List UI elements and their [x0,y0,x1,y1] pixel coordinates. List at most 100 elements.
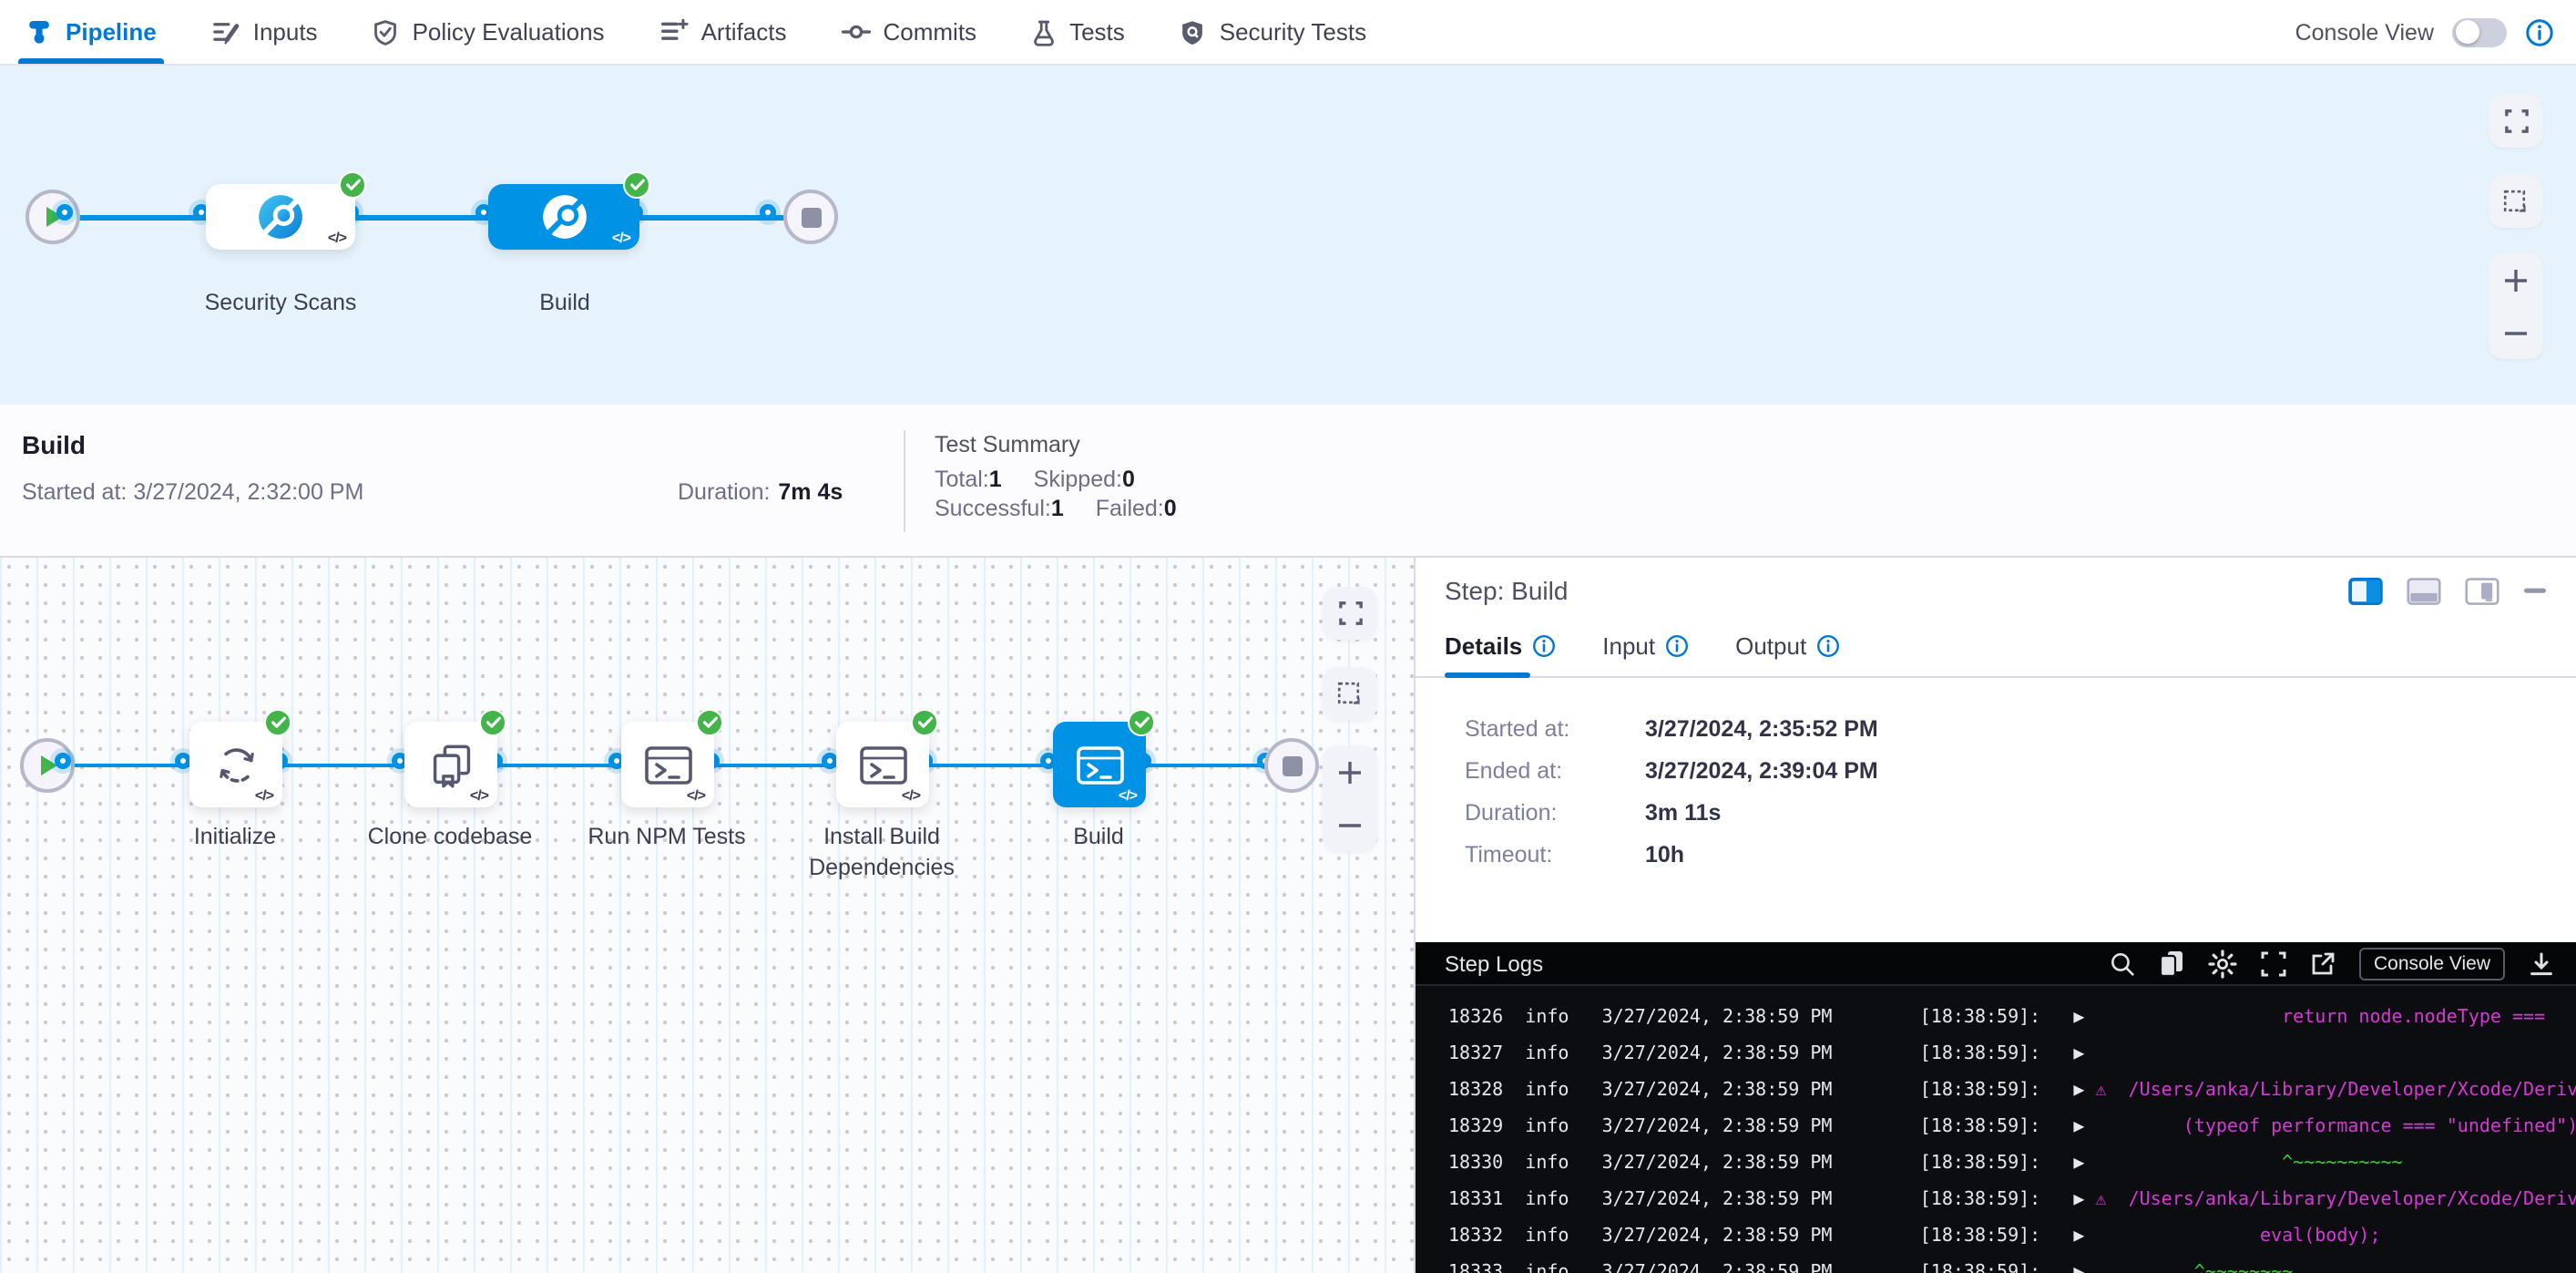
layout-right-view-icon[interactable] [2348,577,2383,604]
successful-value: 1 [1051,496,1064,521]
terminal-icon [642,741,693,788]
tab-input[interactable]: Input [1602,616,1688,676]
log-line[interactable]: 18332 info 3/27/2024, 2:38:59 PM [18:38:… [1416,1219,2576,1256]
tab-label: Inputs [253,18,318,46]
tab-label: Details [1445,632,1522,660]
step-label[interactable]: Install Build Dependencies [754,822,1009,884]
info-icon[interactable] [2525,17,2554,46]
code-badge: </> [1119,787,1137,804]
tab-pipeline[interactable]: Pipeline [22,0,160,64]
step-panel-tabs: Details Input Output [1416,616,2576,678]
step-node-run-npm-tests[interactable]: </> [621,722,714,807]
console-view-toggle[interactable] [2452,17,2507,46]
log-prefix: 18330 info 3/27/2024, 2:38:59 PM [18:38:… [1448,1154,2095,1174]
success-badge [696,709,723,736]
log-line[interactable]: 18329 info 3/27/2024, 2:38:59 PM [18:38:… [1416,1110,2576,1146]
step-label[interactable]: Build [989,822,1208,853]
zoom-in-button[interactable] [2489,253,2543,306]
log-line[interactable]: 18328 info 3/27/2024, 2:38:59 PM [18:38:… [1416,1073,2576,1110]
success-badge [339,171,366,199]
marquee-select-button[interactable] [1323,667,1377,720]
tab-security-tests[interactable]: Security Tests [1176,0,1370,64]
tab-artifacts[interactable]: Artifacts [656,0,791,64]
log-output[interactable]: 18326 info 3/27/2024, 2:38:59 PM [18:38:… [1416,986,2576,1273]
nav-tabs: Pipeline Inputs Policy Evaluations [22,0,1417,64]
step-node-build[interactable]: </> [1053,722,1146,807]
log-line[interactable]: 18331 info 3/27/2024, 2:38:59 PM [18:38:… [1416,1183,2576,1219]
step-node-install-build-dependencies[interactable]: </> [836,722,929,807]
stage-title: Build [22,430,678,459]
console-view-button[interactable]: Console View [2359,947,2505,980]
detail-label: Timeout: [1465,844,1645,867]
log-squiggle: ^~~~~~~~~ [2095,1263,2293,1273]
zoom-out-button[interactable] [1323,798,1377,851]
success-badge [623,171,650,199]
stage-summary: Build Started at: 3/27/2024, 2:32:00 PM [22,430,678,505]
success-badge [911,709,938,736]
log-line[interactable]: 18326 info 3/27/2024, 2:38:59 PM [18:38:… [1416,1001,2576,1037]
stage-label[interactable]: Security Scans [171,288,390,319]
info-icon[interactable] [1815,634,1839,658]
tab-inputs[interactable]: Inputs [208,0,322,64]
zoom-out-button[interactable] [2489,306,2543,359]
stage-node-build[interactable]: </> [488,184,639,250]
marquee-select-button[interactable] [2489,175,2543,228]
tab-details[interactable]: Details [1445,616,1555,676]
pipeline-end-node [783,190,838,244]
duration-label: Duration: [678,479,770,505]
step-label[interactable]: Clone codebase [341,822,559,853]
step-node-clone-codebase[interactable]: </> [404,722,497,807]
download-icon[interactable] [2529,950,2554,976]
stop-icon [801,207,821,227]
info-icon[interactable] [1664,634,1688,658]
failed-value: 0 [1164,496,1177,521]
failed-label: Failed: [1096,496,1164,521]
step-panel-title: Step: Build [1445,576,1568,605]
stage-node-security-scans[interactable]: </> [206,184,355,250]
zoom-controls [2489,253,2543,359]
artifacts-icon [659,18,689,46]
terminal-icon [857,741,908,788]
tab-commits[interactable]: Commits [838,0,981,64]
skipped-value: 0 [1122,467,1135,492]
total-label: Total: [935,467,989,492]
minus-icon [2503,320,2529,345]
warning-icon: ⚠ [2095,1190,2128,1210]
layout-floating-view-icon[interactable] [2465,577,2499,604]
ci-stage-icon [257,193,304,241]
step-node-initialize[interactable]: </> [189,722,282,807]
step-label[interactable]: Initialize [126,822,344,853]
tab-label: Artifacts [701,18,787,46]
copy-icon[interactable] [2159,950,2184,977]
tab-label: Pipeline [66,18,157,46]
zoom-in-button[interactable] [1323,745,1377,798]
tab-tests[interactable]: Tests [1027,0,1129,64]
log-squiggle: ^~~~~~~~~~~ [2095,1154,2402,1174]
info-icon[interactable] [1531,634,1555,658]
clone-icon [427,741,475,788]
step-label[interactable]: Run NPM Tests [557,822,776,853]
pipeline-graph-canvas[interactable]: </> </> Security Scans Build [0,66,2576,405]
step-details-panel: Step: Build [1414,558,2576,1273]
inputs-icon [211,18,240,46]
log-line[interactable]: 18333 info 3/27/2024, 2:38:59 PM [18:38:… [1416,1256,2576,1273]
fullscreen-button[interactable] [1323,587,1377,640]
code-badge: </> [612,230,630,246]
pipeline-start-node [26,190,80,244]
log-line[interactable]: 18330 info 3/27/2024, 2:38:59 PM [18:38:… [1416,1146,2576,1183]
search-icon[interactable] [2110,950,2135,976]
detail-row: Ended at: 3/27/2024, 2:39:04 PM [1465,760,2576,784]
settings-gear-icon[interactable] [2208,949,2237,978]
log-message: /Users/anka/Library/Developer/Xcode/Deri… [2129,1190,2576,1210]
expand-logs-icon[interactable] [2261,950,2286,976]
tab-output[interactable]: Output [1735,616,1839,676]
log-line[interactable]: 18327 info 3/27/2024, 2:38:59 PM [18:38:… [1416,1037,2576,1073]
stage-execution-canvas[interactable]: </> </> [0,558,1414,1273]
stage-label[interactable]: Build [455,288,674,319]
open-in-new-icon[interactable] [2310,950,2336,976]
ci-stage-icon [540,193,588,241]
fullscreen-button[interactable] [2489,95,2543,148]
layout-bottom-view-icon[interactable] [2407,577,2441,604]
tab-policy-evaluations[interactable]: Policy Evaluations [369,0,608,64]
minimize-icon[interactable] [2523,587,2547,594]
